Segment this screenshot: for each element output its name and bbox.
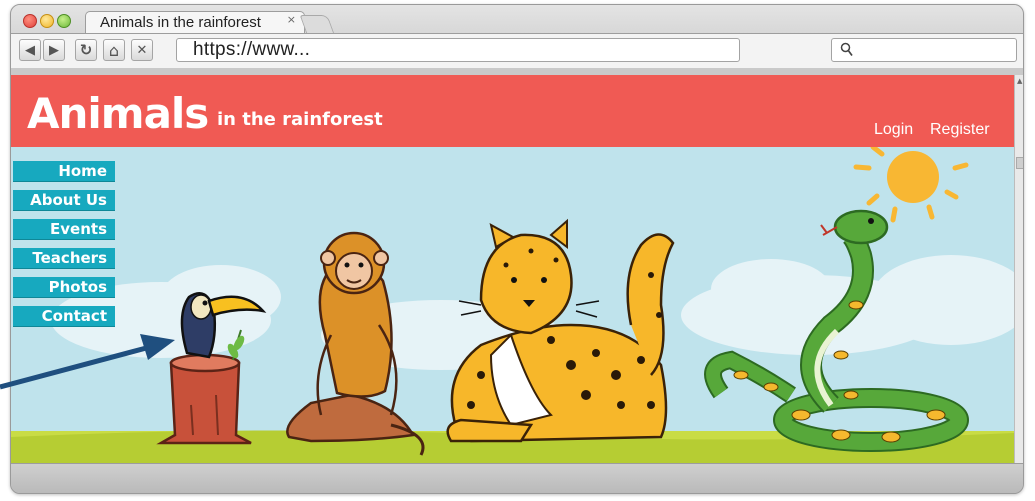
new-tab-button[interactable] <box>299 15 335 34</box>
sun-icon <box>853 144 969 223</box>
search-field[interactable] <box>831 38 1017 62</box>
site-subtitle: in the rainforest <box>217 109 383 130</box>
maximize-window-button[interactable] <box>57 14 71 28</box>
browser-window: Animals in the rainforest × ◀ ▶ ↻ ⌂ ✕ ht… <box>10 4 1024 494</box>
browser-chrome: Animals in the rainforest × ◀ ▶ ↻ ⌂ ✕ ht… <box>11 5 1023 68</box>
menu-item-home[interactable]: Home <box>13 161 115 182</box>
browser-status-bar <box>11 463 1023 493</box>
search-icon <box>840 42 853 57</box>
tab-title: Animals in the rainforest <box>100 14 261 31</box>
stop-icon[interactable]: ✕ <box>131 39 153 61</box>
menu-item-photos[interactable]: Photos <box>13 277 115 298</box>
register-link[interactable]: Register <box>930 121 990 139</box>
address-bar[interactable]: https://www... <box>176 38 740 62</box>
browser-toolbar: ◀ ▶ ↻ ⌂ ✕ https://www... <box>11 33 1023 68</box>
site-header: Animals in the rainforest Login Register <box>11 75 1014 147</box>
menu-item-contact[interactable]: Contact <box>13 306 115 327</box>
menu-item-teachers[interactable]: Teachers <box>13 248 115 269</box>
scroll-thumb[interactable] <box>1016 157 1023 169</box>
home-icon[interactable]: ⌂ <box>103 39 125 61</box>
menu-item-about-us[interactable]: About Us <box>13 190 115 211</box>
tab-close-icon[interactable]: × <box>287 13 296 26</box>
reload-icon[interactable]: ↻ <box>75 39 97 61</box>
page-viewport: Animals in the rainforest Login Register… <box>11 75 1014 463</box>
login-link[interactable]: Login <box>874 121 913 139</box>
forward-icon[interactable]: ▶ <box>43 39 65 61</box>
browser-tab[interactable]: Animals in the rainforest × <box>85 11 305 34</box>
vertical-scrollbar[interactable]: ▲ <box>1014 75 1023 463</box>
minimize-window-button[interactable] <box>40 14 54 28</box>
close-window-button[interactable] <box>23 14 37 28</box>
scroll-up-icon[interactable]: ▲ <box>1017 77 1022 85</box>
menu-item-events[interactable]: Events <box>13 219 115 240</box>
site-title: Animals <box>27 89 209 138</box>
address-text: https://www... <box>193 39 311 60</box>
back-icon[interactable]: ◀ <box>19 39 41 61</box>
side-menu: Home About Us Events Teachers Photos Con… <box>13 161 115 335</box>
